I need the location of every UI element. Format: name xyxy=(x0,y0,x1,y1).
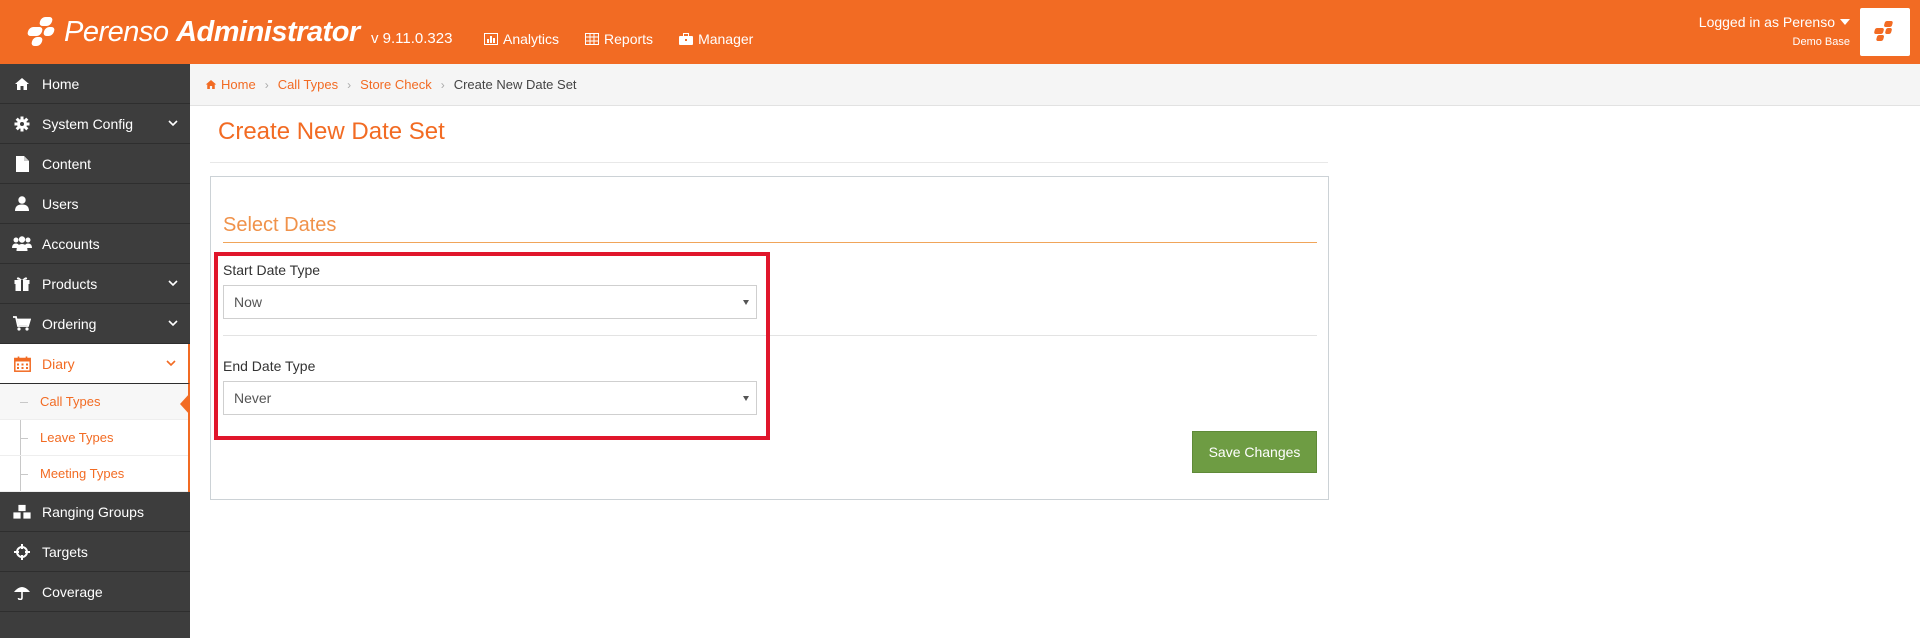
gear-icon xyxy=(12,115,32,133)
dropdown-arrow-icon xyxy=(743,300,749,305)
end-date-type-select[interactable]: Never xyxy=(223,381,757,415)
nav-reports[interactable]: Reports xyxy=(585,31,653,47)
cubes-icon xyxy=(12,503,32,521)
sidebar-item-home[interactable]: Home xyxy=(0,64,190,104)
sidebar-item-diary[interactable]: Diary xyxy=(0,344,190,384)
sidebar-item-ranging-groups[interactable]: Ranging Groups xyxy=(0,492,190,532)
selected-indicator xyxy=(180,393,190,415)
sidebar-subitem-label: Call Types xyxy=(40,394,101,409)
sidebar-item-label: System Config xyxy=(42,115,134,132)
page-title: Create New Date Set xyxy=(218,118,445,145)
top-nav: Analytics Reports Manager xyxy=(484,31,753,47)
sidebar-item-label: Diary xyxy=(42,355,75,372)
sidebar-item-system-config[interactable]: System Config xyxy=(0,104,190,144)
sidebar-item-label: Users xyxy=(42,195,79,212)
nav-reports-label: Reports xyxy=(604,31,654,47)
crosshairs-icon xyxy=(12,543,32,561)
logo-text-light: Perenso xyxy=(64,15,169,48)
user-menu[interactable]: Logged in as Perenso Demo Base xyxy=(1699,14,1850,48)
breadcrumb-home[interactable]: Home xyxy=(221,77,256,92)
sidebar-item-label: Coverage xyxy=(42,583,103,600)
sidebar-subitem-leave-types[interactable]: Leave Types xyxy=(0,420,188,456)
sidebar-item-coverage[interactable]: Coverage xyxy=(0,572,190,612)
caret-down-icon xyxy=(1840,19,1850,25)
start-date-type-label: Start Date Type xyxy=(223,262,321,278)
sidebar-item-label: Content xyxy=(42,155,92,172)
umbrella-icon xyxy=(12,583,32,601)
sidebar: Home System Config Content Users Account… xyxy=(0,64,190,638)
user-icon xyxy=(12,195,32,213)
logged-in-label: Logged in as Perenso xyxy=(1698,14,1835,30)
divider xyxy=(223,242,1317,243)
sidebar-item-users[interactable]: Users xyxy=(0,184,190,224)
chevron-down-icon xyxy=(168,280,178,287)
date-set-form: Select Dates Start Date Type Now End Dat… xyxy=(210,176,1329,500)
avatar[interactable] xyxy=(1860,8,1910,56)
nav-manager-label: Manager xyxy=(698,31,754,47)
sidebar-item-label: Ranging Groups xyxy=(42,503,144,520)
database-label: Demo Base xyxy=(1792,36,1850,48)
sidebar-item-label: Accounts xyxy=(42,235,100,252)
table-icon xyxy=(585,33,600,45)
breadcrumb-current: Create New Date Set xyxy=(453,77,577,92)
chevron-down-icon xyxy=(168,320,178,327)
top-bar: Perenso Administrator v 9.11.0.323 Analy… xyxy=(0,0,1920,64)
breadcrumb-store-check[interactable]: Store Check xyxy=(360,77,432,92)
chevron-right-icon: › xyxy=(347,77,352,92)
sidebar-subitem-label: Meeting Types xyxy=(40,466,125,481)
chevron-down-icon xyxy=(168,120,178,127)
perenso-logo-icon xyxy=(26,15,60,49)
start-date-type-value: Now xyxy=(234,294,263,310)
perenso-logo[interactable]: Perenso Administrator xyxy=(26,10,360,54)
bar-chart-icon xyxy=(484,33,498,45)
sidebar-item-content[interactable]: Content xyxy=(0,144,190,184)
sidebar-item-label: Products xyxy=(42,275,98,292)
sidebar-subitem-label: Leave Types xyxy=(40,430,114,445)
chevron-right-icon: › xyxy=(440,77,445,92)
start-date-type-select[interactable]: Now xyxy=(223,285,757,319)
sidebar-item-accounts[interactable]: Accounts xyxy=(0,224,190,264)
nav-analytics[interactable]: Analytics xyxy=(484,31,559,47)
dropdown-arrow-icon xyxy=(743,396,749,401)
users-icon xyxy=(12,235,32,253)
sidebar-item-label: Ordering xyxy=(42,315,97,332)
cart-icon xyxy=(12,315,32,333)
sidebar-subitem-meeting-types[interactable]: Meeting Types xyxy=(0,456,188,492)
gift-icon xyxy=(12,275,32,293)
sidebar-item-ordering[interactable]: Ordering xyxy=(0,304,190,344)
breadcrumb-call-types[interactable]: Call Types xyxy=(278,77,338,92)
sidebar-item-label: Targets xyxy=(42,543,88,560)
nav-manager[interactable]: Manager xyxy=(679,31,753,47)
sidebar-subitem-call-types[interactable]: Call Types xyxy=(0,384,190,420)
diary-submenu: Call Types Leave Types Meeting Types xyxy=(0,384,190,492)
sidebar-item-targets[interactable]: Targets xyxy=(0,532,190,572)
end-date-type-value: Never xyxy=(234,390,272,406)
divider xyxy=(223,335,1317,336)
calendar-icon xyxy=(12,355,32,373)
end-date-type-label: End Date Type xyxy=(223,358,316,374)
file-icon xyxy=(12,155,32,173)
nav-analytics-label: Analytics xyxy=(503,31,560,47)
home-icon xyxy=(205,80,217,89)
chevron-right-icon: › xyxy=(264,77,269,92)
chevron-down-icon xyxy=(166,360,176,367)
logo-text-bold: Administrator xyxy=(176,15,360,48)
save-changes-button[interactable]: Save Changes xyxy=(1192,431,1317,473)
sidebar-item-products[interactable]: Products xyxy=(0,264,190,304)
home-icon xyxy=(12,75,32,93)
perenso-avatar-icon xyxy=(1874,21,1893,41)
divider xyxy=(210,162,1328,163)
sidebar-item-label: Home xyxy=(42,75,80,92)
briefcase-icon xyxy=(679,33,694,45)
breadcrumb: Home › Call Types › Store Check › Create… xyxy=(190,64,1920,106)
section-title: Select Dates xyxy=(223,214,337,236)
version-label: v 9.11.0.323 xyxy=(371,30,453,47)
